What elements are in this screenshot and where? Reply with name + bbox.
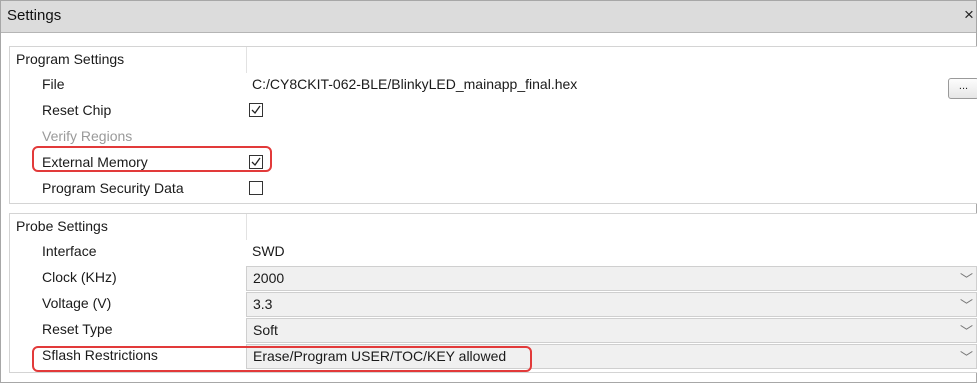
- external-memory-label: External Memory: [42, 154, 148, 170]
- reset-type-value: Soft: [253, 322, 278, 338]
- reset-type-label: Reset Type: [42, 321, 113, 337]
- reset-type-dropdown[interactable]: Soft ﹀: [246, 318, 977, 343]
- clock-dropdown[interactable]: 2000 ﹀: [246, 266, 977, 291]
- probe-settings-section: Probe Settings Interface SWD Clock (KHz)…: [9, 213, 977, 373]
- verify-regions-label: Verify Regions: [42, 128, 133, 144]
- file-row: File C:/CY8CKIT-062-BLE/BlinkyLED_mainap…: [10, 73, 977, 99]
- clock-label: Clock (KHz): [42, 269, 117, 285]
- reset-chip-checkbox[interactable]: [249, 103, 263, 117]
- section-title: Probe Settings: [16, 218, 108, 234]
- browse-button[interactable]: ...: [948, 78, 977, 99]
- interface-label: Interface: [42, 243, 97, 259]
- titlebar: Settings ×: [1, 1, 976, 33]
- interface-row: Interface SWD: [10, 240, 977, 266]
- close-icon[interactable]: ×: [964, 5, 974, 25]
- section-title: Program Settings: [16, 51, 125, 67]
- reset-type-row: Reset Type Soft ﹀: [10, 318, 977, 344]
- chevron-down-icon: ﹀: [959, 324, 973, 339]
- reset-chip-row: Reset Chip: [10, 99, 977, 125]
- program-security-checkbox[interactable]: [249, 181, 263, 195]
- voltage-label: Voltage (V): [42, 295, 112, 311]
- program-settings-section: Program Settings File C:/CY8CKIT-062-BLE…: [9, 46, 977, 204]
- chevron-down-icon: ﹀: [959, 350, 973, 365]
- column-divider: [246, 214, 247, 240]
- file-label: File: [42, 76, 65, 92]
- settings-window: Settings × Program Settings File C:/CY8C…: [0, 0, 977, 383]
- chevron-down-icon: ﹀: [959, 272, 973, 287]
- probe-settings-header: Probe Settings: [10, 214, 977, 240]
- sflash-row: Sflash Restrictions Erase/Program USER/T…: [10, 344, 977, 370]
- window-title: Settings: [7, 7, 62, 24]
- checkmark-icon: [251, 105, 261, 115]
- interface-value: SWD: [252, 243, 285, 259]
- program-security-row: Program Security Data: [10, 177, 977, 203]
- voltage-row: Voltage (V) 3.3 ﹀: [10, 292, 977, 318]
- voltage-value: 3.3: [253, 296, 273, 312]
- voltage-dropdown[interactable]: 3.3 ﹀: [246, 292, 977, 317]
- external-memory-row: External Memory: [10, 151, 977, 177]
- file-path-value[interactable]: C:/CY8CKIT-062-BLE/BlinkyLED_mainapp_fin…: [252, 76, 577, 92]
- program-settings-header: Program Settings: [10, 47, 977, 73]
- clock-row: Clock (KHz) 2000 ﹀: [10, 266, 977, 292]
- program-security-label: Program Security Data: [42, 180, 184, 196]
- external-memory-checkbox[interactable]: [249, 155, 263, 169]
- checkmark-icon: [251, 157, 261, 167]
- sflash-label: Sflash Restrictions: [42, 347, 158, 363]
- reset-chip-label: Reset Chip: [42, 102, 112, 118]
- sflash-dropdown[interactable]: Erase/Program USER/TOC/KEY allowed ﹀: [246, 344, 977, 369]
- chevron-down-icon: ﹀: [959, 298, 973, 313]
- column-divider: [246, 47, 247, 73]
- sflash-value: Erase/Program USER/TOC/KEY allowed: [253, 348, 507, 364]
- clock-value: 2000: [253, 270, 285, 286]
- verify-regions-row: Verify Regions: [10, 125, 977, 151]
